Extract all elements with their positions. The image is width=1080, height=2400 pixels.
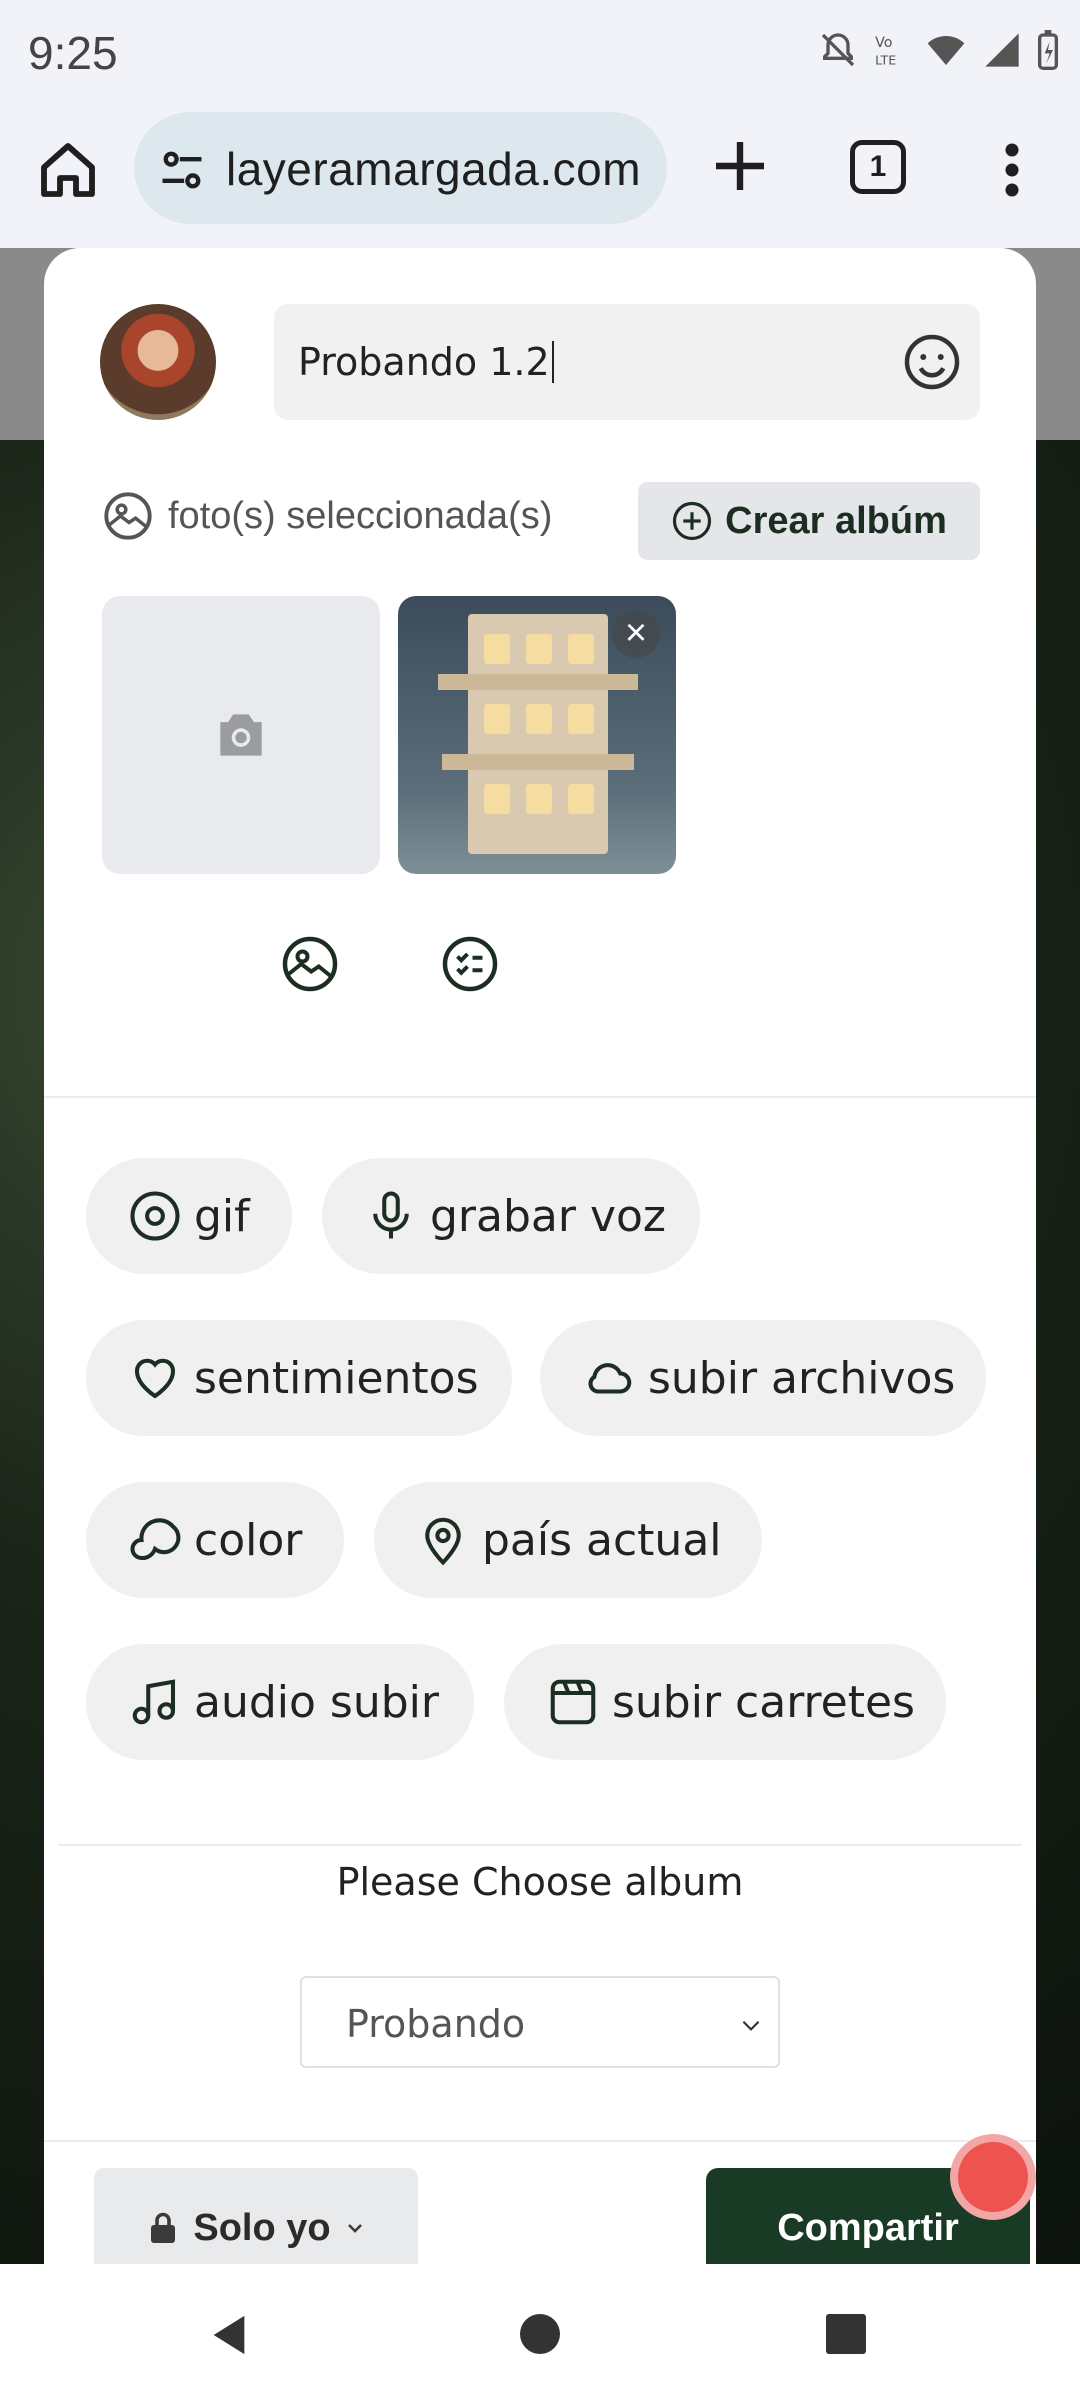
upload-audio-button[interactable]: audio subir [86, 1644, 474, 1760]
recents-icon[interactable] [826, 2314, 866, 2354]
system-navigation-bar [0, 2264, 1080, 2400]
create-album-label: Crear albúm [725, 499, 947, 542]
thumbnail-image-content [438, 614, 638, 854]
status-icons: Vo LTE [818, 30, 1060, 70]
status-time: 9:25 [28, 27, 118, 79]
cloud-icon [588, 1363, 632, 1394]
add-photo-tile[interactable] [102, 596, 380, 874]
avatar [100, 304, 216, 420]
album-select[interactable]: Probando [300, 1976, 780, 2068]
home-nav-icon[interactable] [520, 2314, 560, 2354]
mute-notifications-icon [821, 33, 855, 67]
notification-bell-button[interactable] [950, 2134, 1036, 2220]
camera-icon [220, 714, 262, 756]
microphone-icon [373, 1191, 409, 1239]
location-pin-icon [425, 1517, 461, 1566]
emoji-icon[interactable] [902, 332, 962, 392]
browser-toolbar: layeramargada.com 1 [0, 100, 1080, 248]
heart-icon [134, 1358, 176, 1399]
address-bar[interactable]: layeramargada.com [134, 112, 667, 224]
section-divider [44, 1096, 1036, 1098]
back-icon[interactable] [206, 2312, 252, 2358]
record-voice-label: grabar voz [430, 1190, 667, 1242]
image-gallery-icon[interactable] [280, 934, 340, 994]
upload-audio-label: audio subir [194, 1676, 439, 1728]
current-country-button[interactable]: país actual [374, 1482, 762, 1598]
battery-charging-icon [1038, 30, 1058, 70]
remove-photo-close-icon[interactable]: × [612, 610, 660, 658]
chevron-down-icon [347, 2224, 362, 2233]
privacy-selector[interactable]: Solo yo [94, 2168, 418, 2264]
photos-selected-indicator: foto(s) seleccionada(s) [102, 490, 552, 542]
record-voice-button[interactable]: grabar voz [322, 1158, 700, 1274]
status-bar: 9:25 Vo LTE [0, 0, 1080, 100]
new-tab-icon[interactable] [708, 134, 772, 198]
poll-checklist-icon[interactable] [440, 934, 500, 994]
share-label: Compartir [777, 2206, 959, 2249]
more-options-icon[interactable] [998, 140, 1026, 200]
svg-text:Vo: Vo [875, 35, 892, 51]
current-country-label: país actual [482, 1514, 722, 1566]
cell-signal-icon [985, 33, 1019, 67]
gif-button[interactable]: gif [86, 1158, 292, 1274]
add-circle-icon [673, 501, 712, 541]
bell-icon [958, 2142, 1028, 2212]
tab-switcher-button[interactable]: 1 [850, 140, 906, 194]
color-label: color [194, 1514, 303, 1566]
url-text: layeramargada.com [226, 143, 642, 195]
photos-selected-label: foto(s) seleccionada(s) [168, 494, 553, 537]
music-note-icon [132, 1679, 176, 1725]
create-post-modal: Probando 1.2 foto(s) seleccionada(s) Cre… [44, 248, 1036, 2264]
choose-album-heading: Please Choose album [336, 1860, 744, 1904]
selected-photo-thumbnail[interactable]: × [398, 596, 676, 874]
wifi-icon [927, 36, 965, 65]
create-album-button[interactable]: Crear albúm [638, 482, 980, 560]
color-palette-icon [130, 1518, 181, 1561]
color-button[interactable]: color [86, 1482, 344, 1598]
feelings-button[interactable]: sentimientos [86, 1320, 512, 1436]
upload-files-label: subir archivos [648, 1352, 956, 1404]
site-settings-icon[interactable] [156, 144, 208, 196]
section-divider [44, 2140, 1036, 2142]
gif-label: gif [194, 1190, 250, 1242]
chevron-down-icon [742, 2020, 760, 2031]
reels-icon [550, 1679, 596, 1725]
post-text-input[interactable]: Probando 1.2 [274, 304, 980, 420]
image-icon [104, 492, 152, 540]
upload-reels-label: subir carretes [612, 1676, 915, 1728]
upload-files-button[interactable]: subir archivos [540, 1320, 986, 1436]
media-type-selector [44, 928, 1036, 1008]
privacy-label: Solo yo [193, 2206, 331, 2249]
lock-icon [151, 2212, 176, 2243]
feelings-label: sentimientos [194, 1352, 479, 1404]
album-select-value: Probando [346, 2002, 526, 2046]
upload-reels-button[interactable]: subir carretes [504, 1644, 946, 1760]
section-divider [58, 1844, 1022, 1846]
svg-text:LTE: LTE [875, 52, 896, 67]
post-text-value: Probando 1.2 [298, 340, 550, 384]
home-icon[interactable] [36, 138, 100, 202]
gif-icon [130, 1191, 180, 1241]
volte-icon: VoLTE [875, 35, 896, 67]
